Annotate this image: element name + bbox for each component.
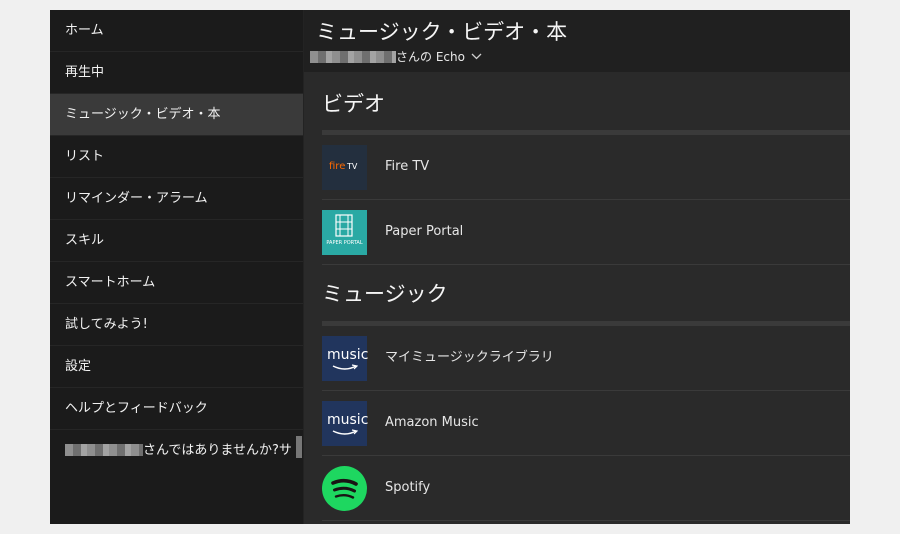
sidebar-item-label: ヘルプとフィードバック <box>65 401 208 416</box>
sign-out-prompt[interactable]: さんではありませんか?サ <box>50 430 303 472</box>
fire-tv-logo-icon: fire TV <box>322 145 367 190</box>
device-name: さんの Echo <box>396 50 465 64</box>
list-item-label: Paper Portal <box>385 224 464 239</box>
list-item-paper-portal[interactable]: PAPER PORTAL Paper Portal <box>322 200 850 265</box>
sign-out-prompt-text: さんではありませんか?サ <box>143 443 292 458</box>
sidebar-item-skills[interactable]: スキル <box>50 220 303 262</box>
page-header: ミュージック・ビデオ・本 さんの Echo <box>304 10 850 72</box>
sidebar-item-things-to-try[interactable]: 試してみよう! <box>50 304 303 346</box>
sidebar-item-settings[interactable]: 設定 <box>50 346 303 388</box>
sidebar-item-now-playing[interactable]: 再生中 <box>50 52 303 94</box>
sidebar-item-label: 試してみよう! <box>65 317 148 332</box>
sidebar-item-label: スマートホーム <box>65 275 156 290</box>
list-item-my-music-library[interactable]: music マイミュージックライブラリ <box>322 326 850 391</box>
paper-portal-logo-icon: PAPER PORTAL <box>322 210 367 255</box>
sidebar-item-music-video-books[interactable]: ミュージック・ビデオ・本 <box>50 94 303 136</box>
sidebar: ホーム 再生中 ミュージック・ビデオ・本 リスト リマインダー・アラーム スキル… <box>50 10 303 524</box>
list-item-spotify[interactable]: Spotify <box>322 456 850 521</box>
redacted-username <box>65 443 143 456</box>
sidebar-item-smart-home[interactable]: スマートホーム <box>50 262 303 304</box>
list-item-amazon-music[interactable]: music Amazon Music <box>322 391 850 456</box>
page-title: ミュージック・ビデオ・本 <box>316 20 568 44</box>
list-item-label: マイミュージックライブラリ <box>385 350 554 365</box>
sidebar-item-label: 設定 <box>65 359 92 374</box>
sidebar-item-lists[interactable]: リスト <box>50 136 303 178</box>
sidebar-item-label: スキル <box>65 233 105 248</box>
sidebar-item-home[interactable]: ホーム <box>50 10 303 52</box>
list-item-fire-tv[interactable]: fire TV Fire TV <box>322 135 850 200</box>
chevron-down-icon <box>471 49 482 63</box>
device-selector[interactable]: さんの Echo <box>310 48 482 65</box>
sidebar-item-label: ミュージック・ビデオ・本 <box>65 107 221 122</box>
sidebar-item-label: 再生中 <box>65 65 105 80</box>
section-title-video: ビデオ <box>322 92 385 116</box>
list-item-label: Amazon Music <box>385 415 479 430</box>
alexa-app-window: ホーム 再生中 ミュージック・ビデオ・本 リスト リマインダー・アラーム スキル… <box>50 10 850 524</box>
sidebar-item-help-feedback[interactable]: ヘルプとフィードバック <box>50 388 303 430</box>
spotify-logo-icon <box>322 466 367 511</box>
amazon-music-logo-icon: music <box>322 336 368 381</box>
sidebar-item-reminders-alarms[interactable]: リマインダー・アラーム <box>50 178 303 220</box>
section-title-music: ミュージック <box>322 282 448 306</box>
amazon-music-logo-icon: music <box>322 401 368 446</box>
sidebar-item-label: リスト <box>65 149 105 164</box>
main-content: ミュージック・ビデオ・本 さんの Echo ビデオ fire TV Fire TV <box>304 10 850 524</box>
sidebar-item-label: ホーム <box>65 23 104 38</box>
redacted-username <box>310 50 396 63</box>
sidebar-item-label: リマインダー・アラーム <box>65 191 208 206</box>
list-item-label: Fire TV <box>385 159 430 174</box>
sidebar-scrollbar[interactable] <box>296 436 302 458</box>
list-item-label: Spotify <box>385 480 431 495</box>
